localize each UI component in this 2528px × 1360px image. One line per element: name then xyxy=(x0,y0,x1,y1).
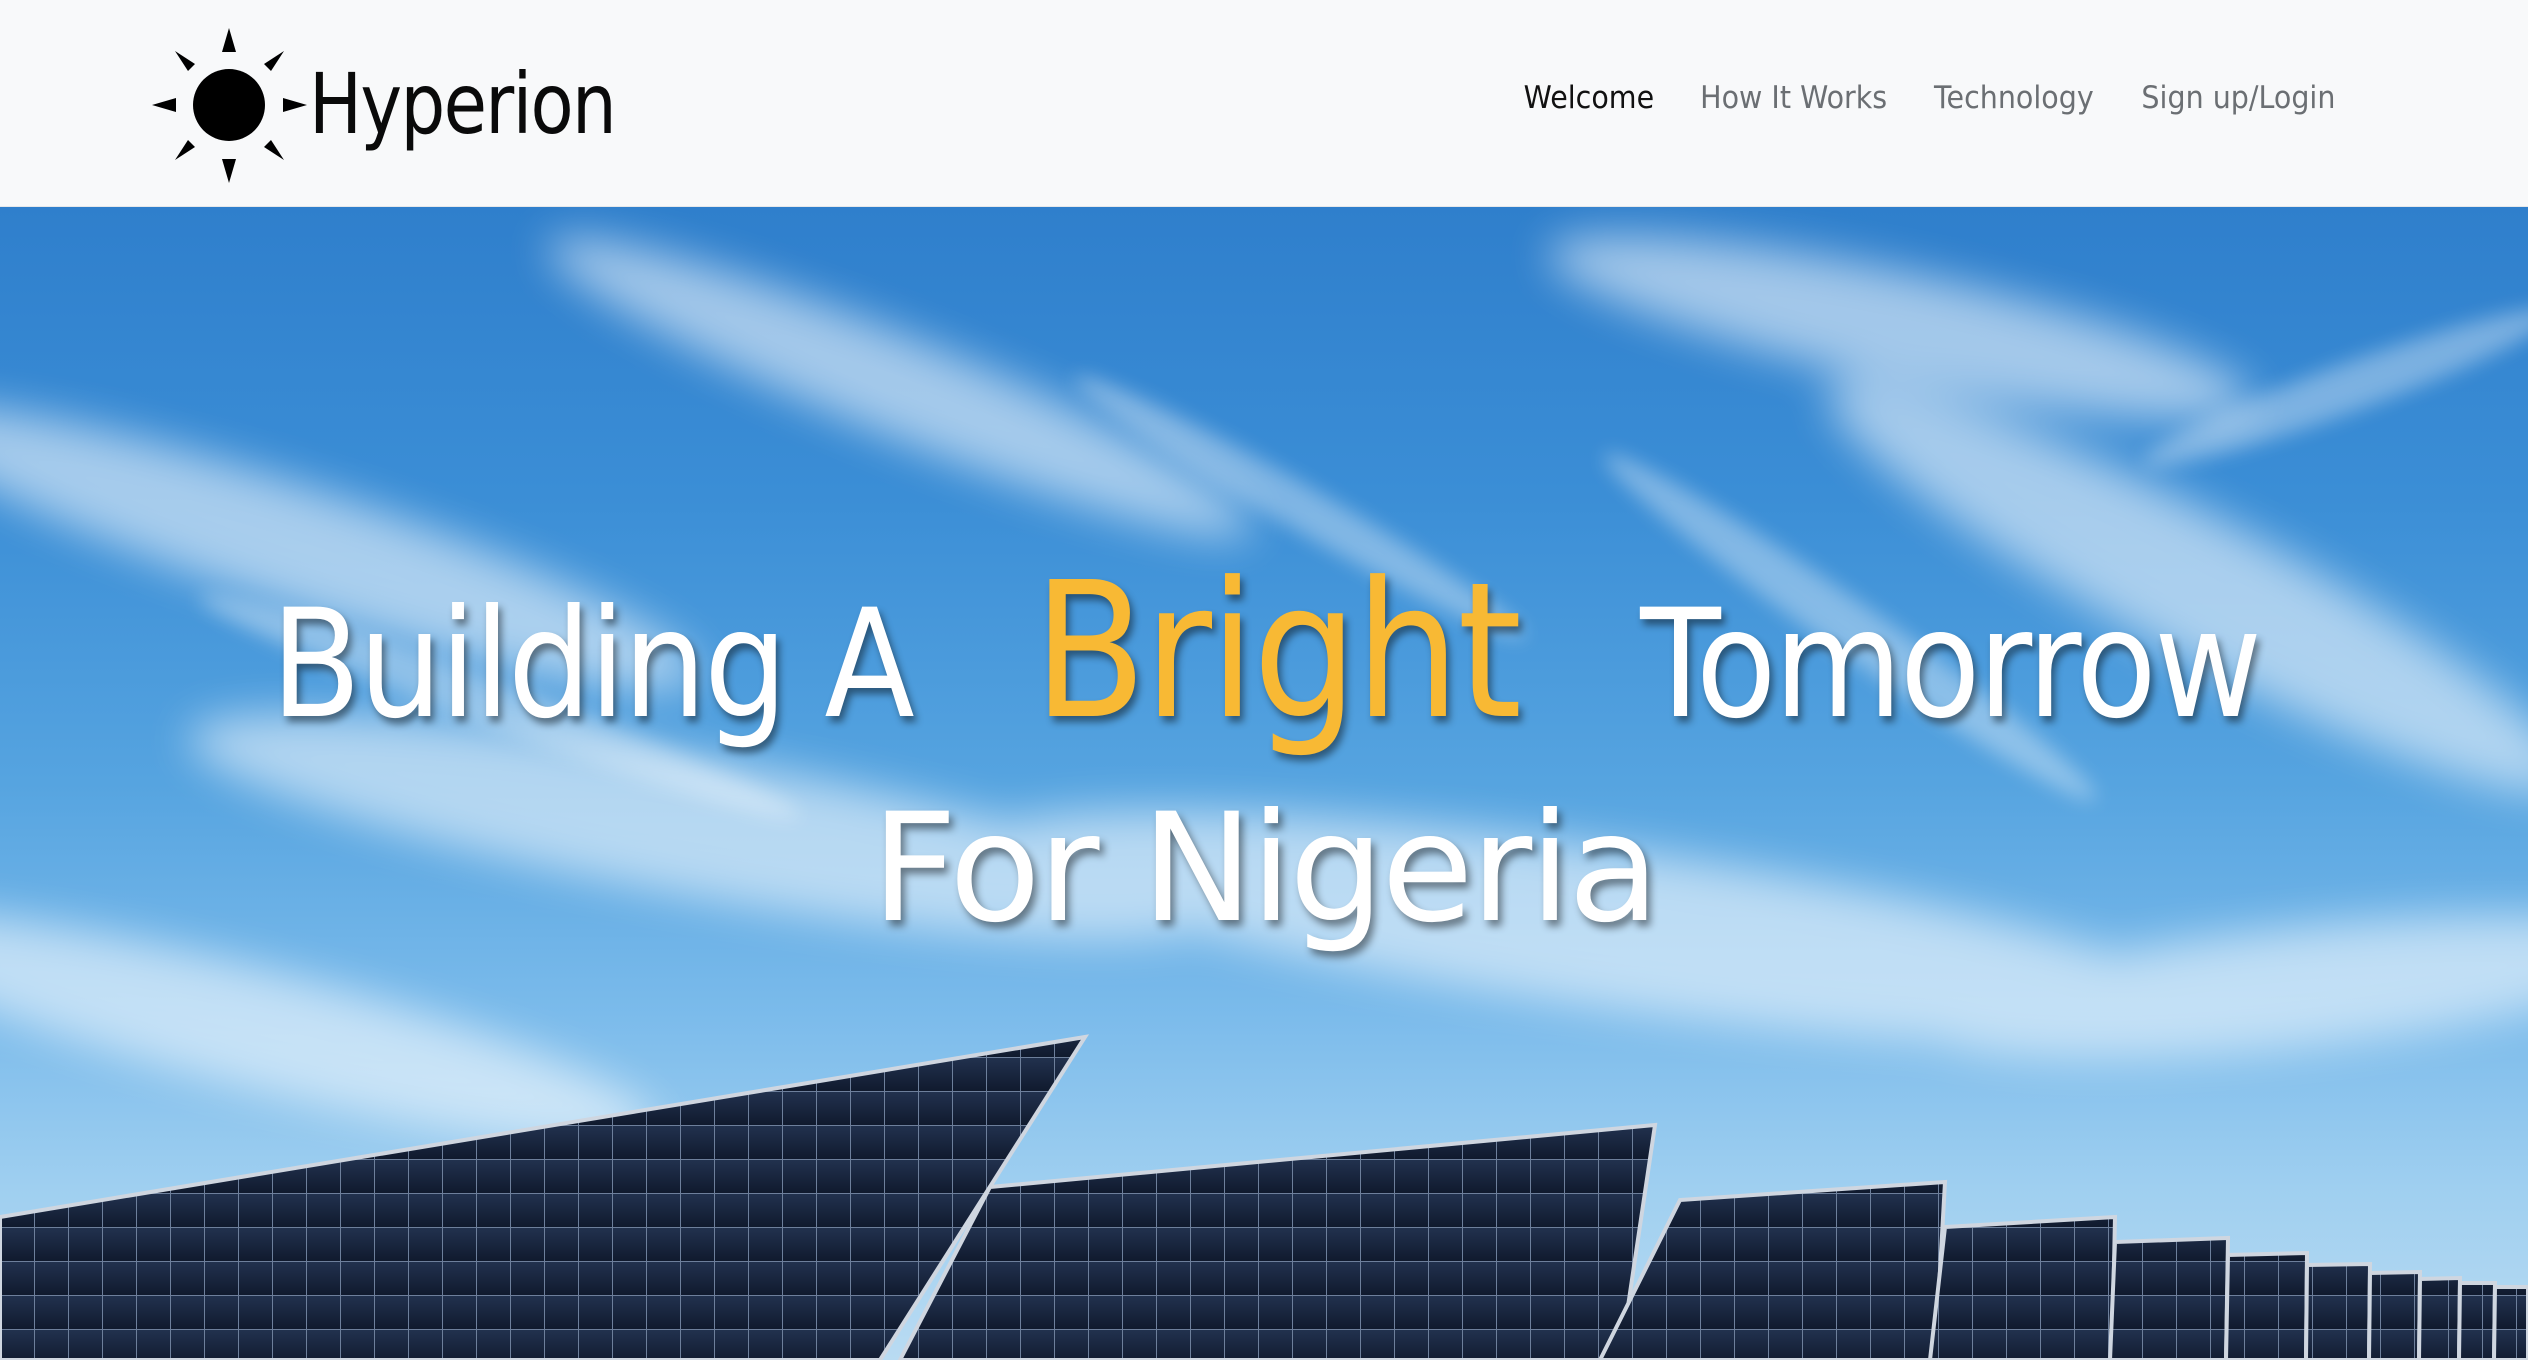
headline-part1: Building A xyxy=(270,578,914,752)
sun-icon xyxy=(152,28,307,183)
hero-headline-line2: For Nigeria xyxy=(871,782,1660,956)
main-nav: Welcome How It Works Technology Sign up/… xyxy=(1502,72,2360,124)
headline-highlight: Bright xyxy=(1033,542,1522,761)
brand-name: Hyperion xyxy=(309,54,617,153)
hero-headline-line1: Building A Bright Tomorrow xyxy=(0,542,2528,761)
nav-how-it-works[interactable]: How It Works xyxy=(1686,72,1902,124)
nav-signup-login[interactable]: Sign up/Login xyxy=(2127,72,2350,124)
top-navbar: Hyperion Welcome How It Works Technology… xyxy=(0,0,2528,207)
brand-logo-link[interactable]: Hyperion xyxy=(152,28,673,183)
nav-welcome[interactable]: Welcome xyxy=(1509,72,1669,124)
headline-part2: Tomorrow xyxy=(1639,578,2262,752)
nav-technology[interactable]: Technology xyxy=(1920,72,2109,124)
hero-section: Building A Bright Tomorrow For Nigeria xyxy=(0,207,2528,1360)
